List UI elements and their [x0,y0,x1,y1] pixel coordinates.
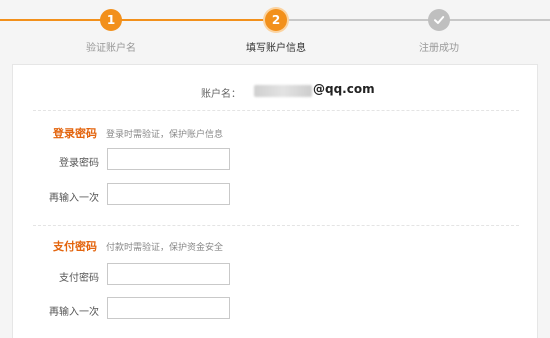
registration-form-panel: 账户名： @qq.com 登录密码 登录时需验证，保护账户信息 登录密码 再输入… [12,64,538,338]
progress-track-done [0,19,264,21]
step-2-label: 填写账户信息 [246,43,306,54]
progress-track-pending [288,19,550,21]
pay-password-confirm-label: 再输入一次 [49,307,99,318]
login-password-section-title: 登录密码 [53,127,97,140]
login-password-section-hint: 登录时需验证，保护账户信息 [106,130,224,140]
account-name-domain: @qq.com [313,82,375,96]
pay-password-confirm-input[interactable] [107,297,230,319]
step-3-circle [428,9,450,31]
step-3-label: 注册成功 [419,43,459,54]
progress-steps: 1 2 验证账户名 填写账户信息 注册成功 [0,0,550,60]
account-name-masked [254,85,312,97]
step-1-label: 验证账户名 [86,43,136,54]
login-password-label: 登录密码 [59,158,99,169]
login-password-confirm-input[interactable] [107,183,230,205]
step-1-circle: 1 [100,9,122,31]
section-divider [33,110,519,111]
pay-password-label: 支付密码 [59,273,99,284]
login-password-input[interactable] [107,148,230,170]
account-name-label: 账户名： [201,89,241,100]
pay-password-section-title: 支付密码 [53,240,97,253]
pay-password-section-hint: 付款时需验证，保护资金安全 [106,243,224,253]
check-icon [434,16,445,24]
account-name-row: 账户名： @qq.com [13,81,537,101]
section-divider [33,225,519,226]
step-2-circle: 2 [265,9,287,31]
login-password-confirm-label: 再输入一次 [49,193,99,204]
pay-password-input[interactable] [107,263,230,285]
